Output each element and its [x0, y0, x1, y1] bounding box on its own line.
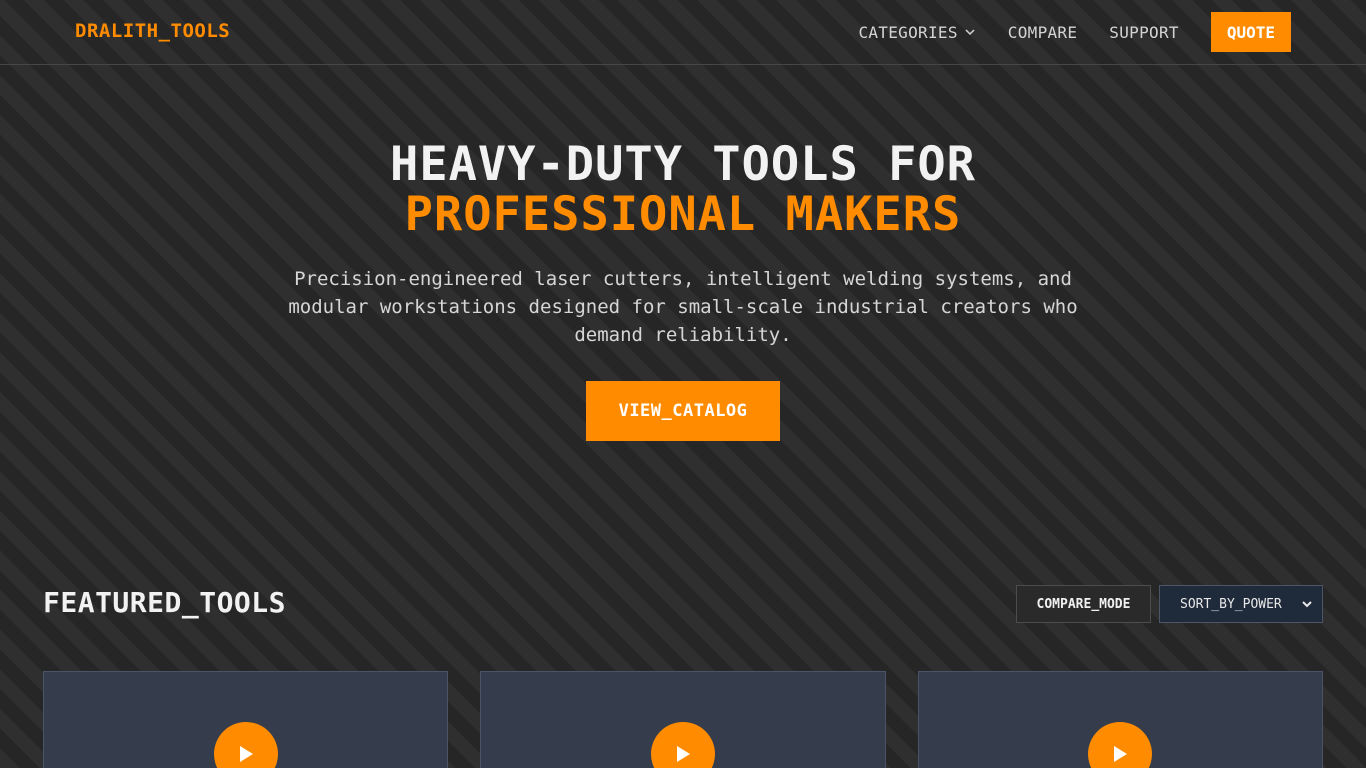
tool-card-1[interactable] — [43, 671, 448, 768]
play-icon — [677, 746, 690, 762]
play-button[interactable] — [1088, 722, 1152, 768]
nav-categories-label: CATEGORIES — [858, 22, 958, 42]
featured-tools-title: FEATURED_TOOLS — [43, 586, 287, 619]
nav-support[interactable]: SUPPORT — [1109, 23, 1179, 42]
nav-categories[interactable]: CATEGORIES — [858, 23, 975, 42]
play-button[interactable] — [214, 722, 278, 768]
main-nav: CATEGORIES COMPARE SUPPORT QUOTE — [858, 12, 1291, 52]
view-catalog-button[interactable]: VIEW_CATALOG — [586, 381, 780, 441]
hero-title: HEAVY-DUTY TOOLS FOR PROFESSIONAL MAKERS — [0, 140, 1366, 240]
play-icon — [240, 746, 253, 762]
quote-button[interactable]: QUOTE — [1210, 12, 1291, 52]
logo[interactable]: DRALITH_TOOLS — [75, 20, 230, 42]
chevron-down-icon — [965, 29, 975, 36]
compare-mode-button[interactable]: COMPARE_MODE — [1016, 585, 1151, 623]
chevron-down-icon — [1302, 601, 1312, 608]
hero-subtitle: Precision-engineered laser cutters, inte… — [288, 268, 1078, 346]
hero-title-line1: HEAVY-DUTY TOOLS FOR — [390, 137, 976, 192]
sort-selected-value: SORT_BY_POWER — [1180, 596, 1282, 612]
nav-compare[interactable]: COMPARE — [1008, 23, 1078, 42]
tool-card-3[interactable] — [918, 671, 1323, 768]
play-icon — [1114, 746, 1127, 762]
play-button[interactable] — [651, 722, 715, 768]
hero-title-line2: PROFESSIONAL MAKERS — [404, 187, 962, 242]
sort-select[interactable]: SORT_BY_POWER — [1159, 585, 1323, 623]
site-header: DRALITH_TOOLS CATEGORIES COMPARE SUPPORT… — [0, 0, 1366, 65]
tool-card-2[interactable] — [480, 671, 886, 768]
